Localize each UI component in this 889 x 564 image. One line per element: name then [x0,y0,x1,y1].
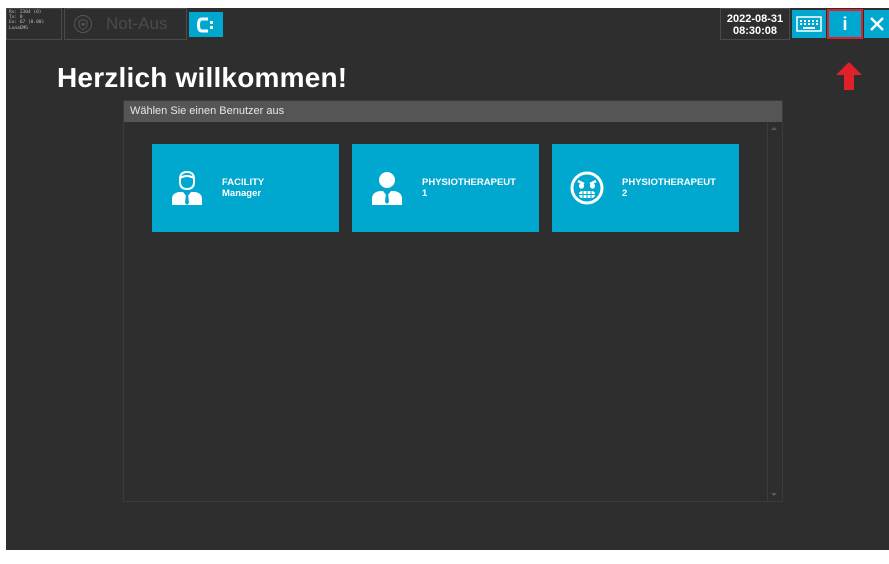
current-date: 2022-08-31 [726,13,784,25]
user-tile-title: FACILITY [222,177,265,188]
emergency-stop-label: Not-Aus [106,14,168,33]
info-icon: i [842,13,848,34]
manager-avatar-icon [167,168,207,208]
keyboard-button[interactable] [792,10,826,38]
info-button[interactable]: i [827,9,863,39]
page-title: Herzlich willkommen! [57,62,348,93]
shield-icon [74,15,92,33]
connection-icon [197,17,213,32]
close-icon [869,17,884,31]
connection-stats: Rx: 2304 (0) Tx: 0 Ex: 67 (0.00) LunaEMG [6,8,62,40]
angry-face-icon [567,168,607,208]
current-time: 08:30:08 [732,25,778,37]
user-tile-title: PHYSIOTHERAPEUT [422,177,516,188]
emergency-stop: Not-Aus [64,8,187,40]
user-tile-subtitle: Manager [222,188,262,199]
arrow-up-icon [836,62,862,90]
panel-scrollbar[interactable] [767,122,782,501]
user-tile-physiotherapeut-2[interactable]: PHYSIOTHERAPEUT 2 [552,144,739,232]
user-tile-title: PHYSIOTHERAPEUT [622,177,716,188]
stats-device: LunaEMG [9,25,28,31]
keyboard-icon [796,16,822,32]
user-tile-physiotherapeut-1[interactable]: PHYSIOTHERAPEUT 1 [352,144,539,232]
user-tile-subtitle: 2 [622,188,628,199]
app-window: Rx: 2304 (0) Tx: 0 Ex: 67 (0.00) LunaEMG… [6,8,889,550]
connection-button[interactable] [189,12,223,37]
scroll-down-icon[interactable] [771,493,777,496]
date-time-display: 2022-08-31 08:30:08 [720,8,790,40]
user-tile-facility-manager[interactable]: FACILITY Manager [152,144,339,232]
panel-header: Wählen Sie einen Benutzer aus [124,101,782,122]
user-tile-subtitle: 1 [422,188,428,199]
person-avatar-icon [367,168,407,208]
scroll-up-icon[interactable] [771,127,777,130]
close-button[interactable] [864,10,889,38]
